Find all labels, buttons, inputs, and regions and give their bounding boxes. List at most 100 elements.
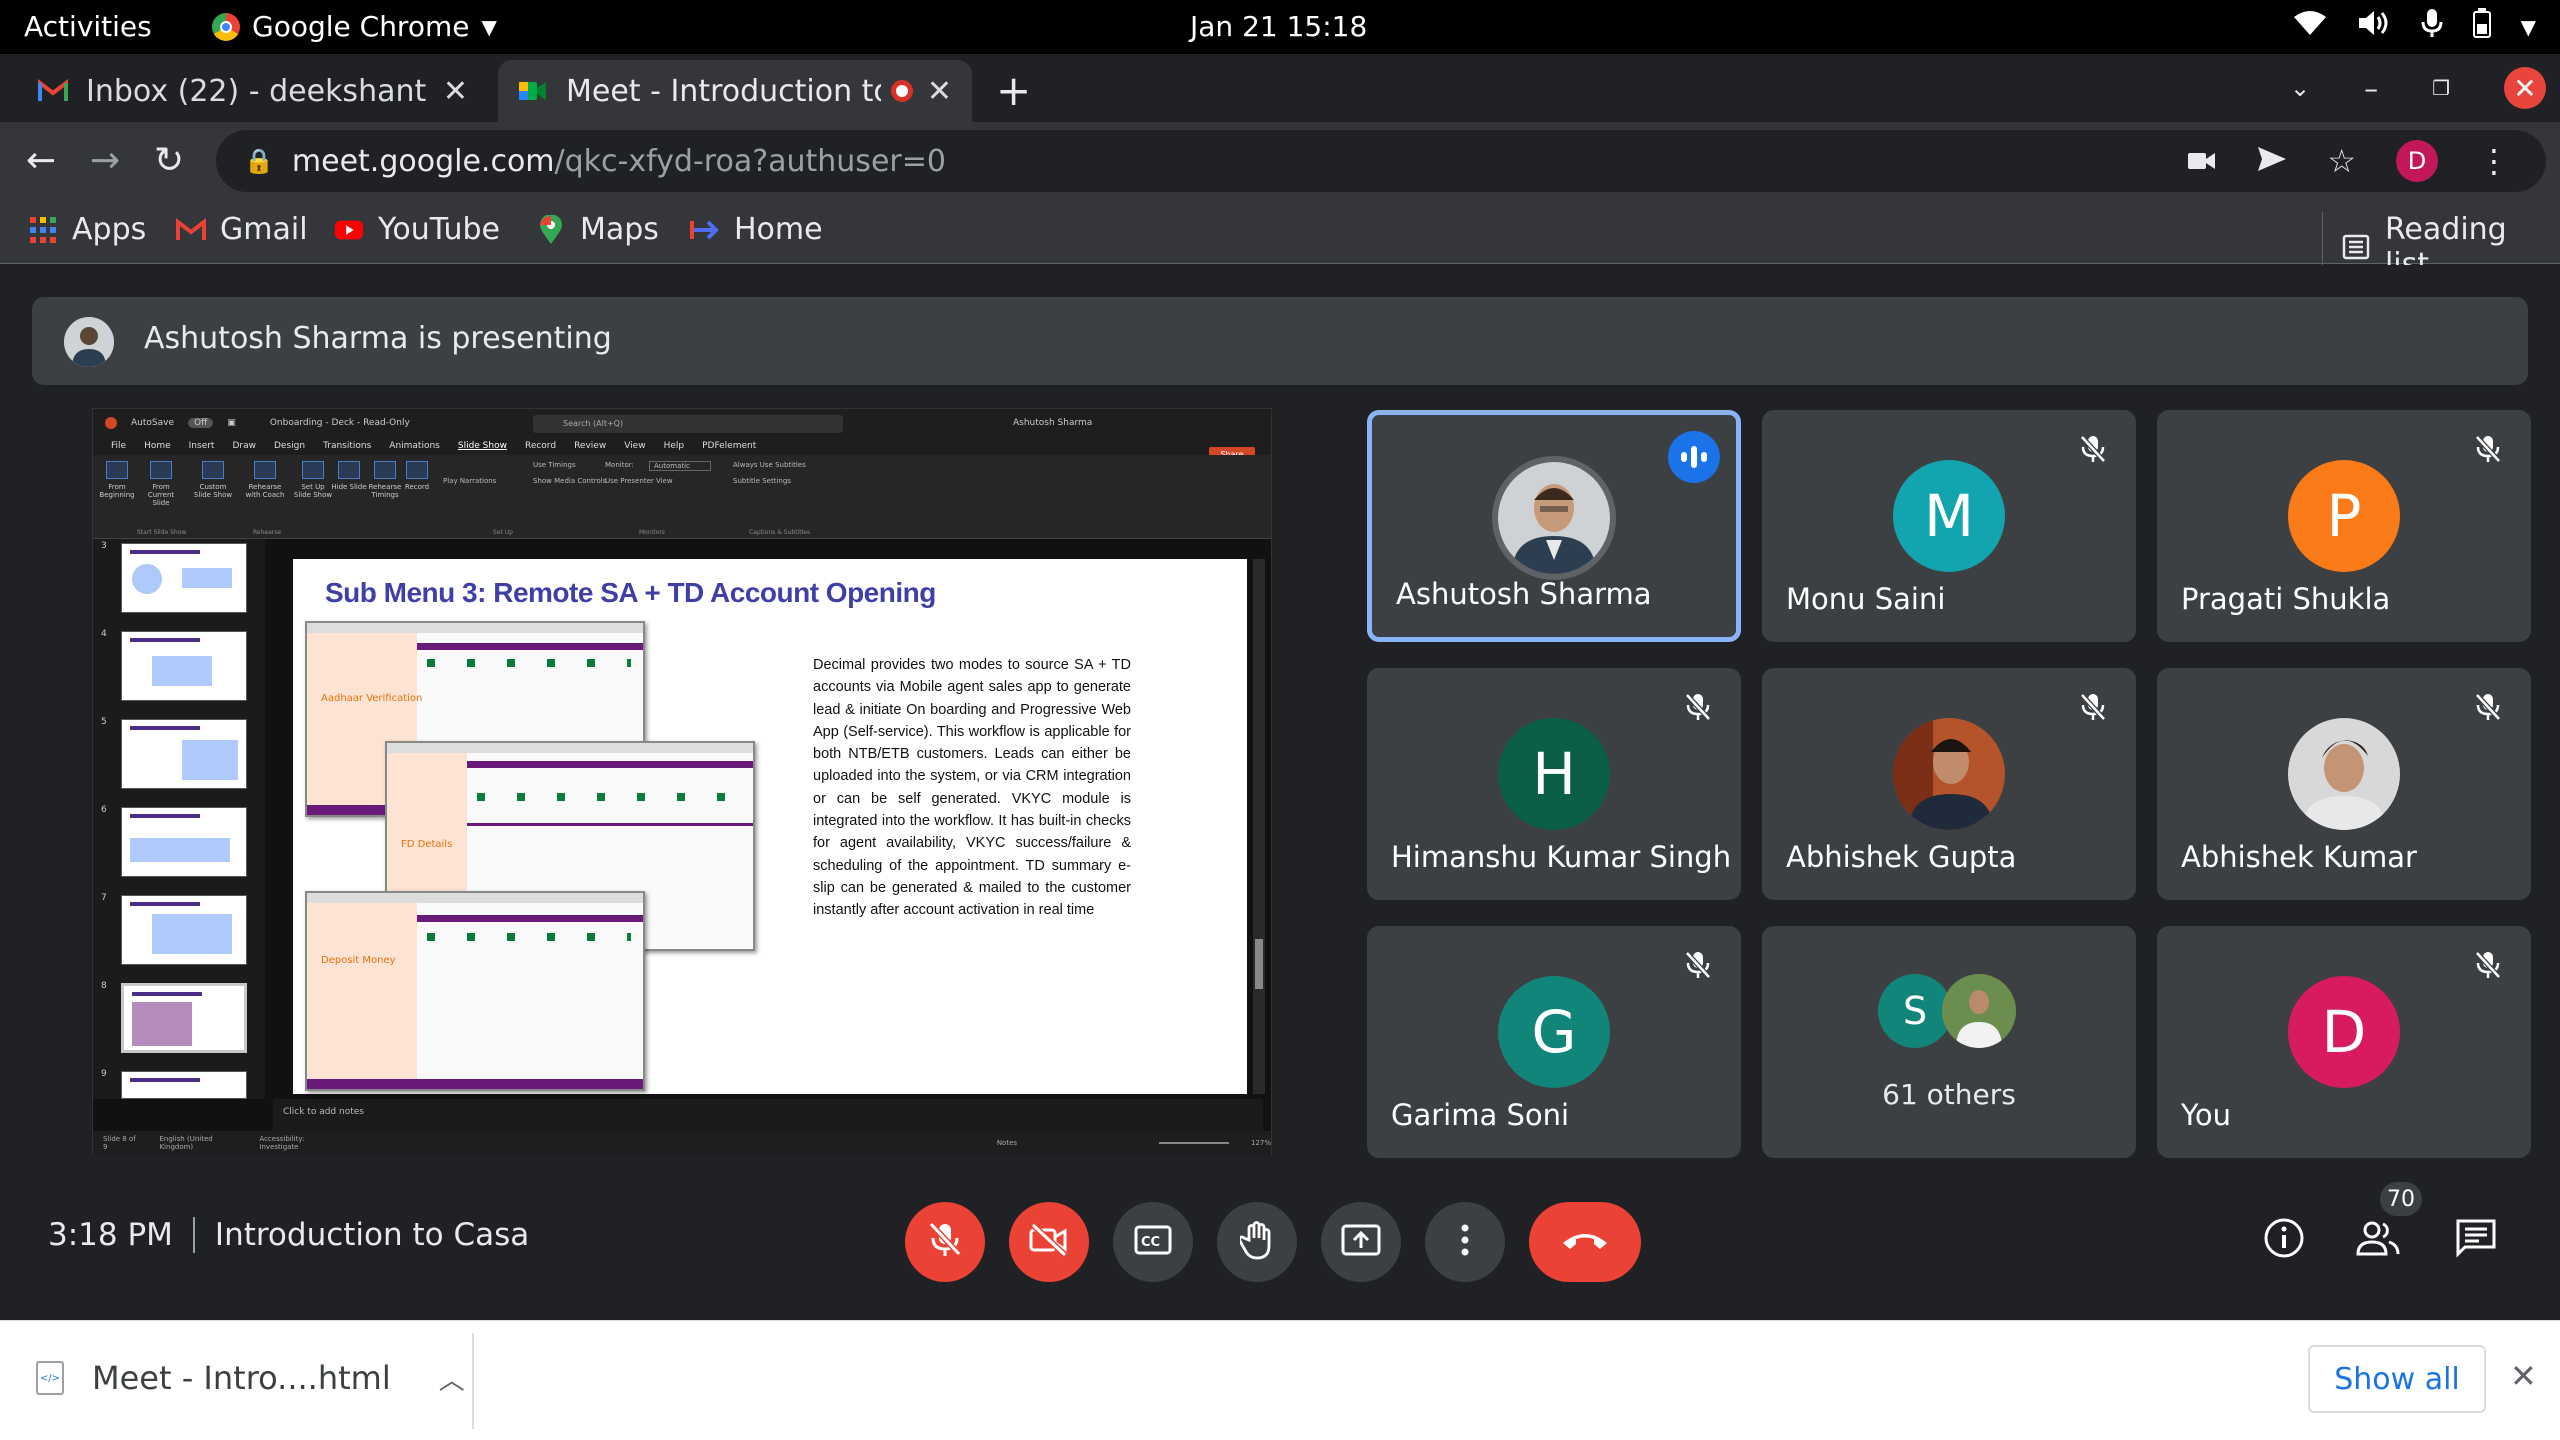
meeting-info-button[interactable] — [2254, 1210, 2314, 1270]
bookmark-maps[interactable]: Maps — [536, 212, 659, 247]
ppt-menu-item[interactable]: Slide Show — [458, 441, 507, 451]
bookmark-apps[interactable]: Apps — [28, 212, 146, 247]
ppt-menu-item[interactable]: View — [624, 441, 645, 451]
shared-screen[interactable]: AutoSave Off ▣ Onboarding - Deck - Read-… — [92, 408, 1272, 1155]
participant-tile[interactable]: M Monu Saini — [1762, 410, 2136, 642]
profile-avatar[interactable]: D — [2396, 140, 2438, 182]
slide-thumbnail[interactable] — [121, 895, 247, 965]
others-tile[interactable]: S 61 others — [1762, 926, 2136, 1158]
ppt-menu-item[interactable]: Animations — [389, 441, 440, 451]
opt-show-media-controls[interactable]: Show Media Controls — [533, 477, 606, 485]
bookmark-star-icon[interactable]: ☆ — [2327, 142, 2356, 180]
participant-tile[interactable]: G Garima Soni — [1367, 926, 1741, 1158]
slide-thumbnail-selected[interactable] — [121, 983, 247, 1053]
meeting-title[interactable]: Introduction to Casa — [215, 1217, 529, 1253]
chevron-up-icon[interactable]: ︿ — [439, 1360, 465, 1397]
ribbon-record[interactable]: Record — [397, 461, 437, 491]
accessibility-status[interactable]: Accessibility: Investigate — [259, 1135, 334, 1151]
scrollbar-thumb[interactable] — [1255, 939, 1263, 989]
opt-play-narrations[interactable]: Play Narrations — [443, 477, 496, 485]
back-icon[interactable]: ← — [26, 140, 56, 181]
ppt-menu-item[interactable]: Draw — [232, 441, 256, 451]
opt-presenter-view[interactable]: Use Presenter View — [605, 477, 673, 485]
slide-thumbnail[interactable] — [121, 807, 247, 877]
lock-icon[interactable]: 🔒 — [244, 147, 274, 175]
camera-icon[interactable] — [2187, 142, 2217, 180]
save-icon[interactable]: ▣ — [227, 418, 236, 428]
ribbon-setup[interactable]: Set Up Slide Show — [293, 461, 333, 499]
opt-monitor-select[interactable]: Automatic — [649, 461, 711, 471]
present-now-button[interactable] — [1321, 1202, 1401, 1282]
slide-scrollbar[interactable] — [1253, 559, 1265, 1094]
participant-tile[interactable]: H Himanshu Kumar Singh — [1367, 668, 1741, 900]
close-window-icon[interactable]: ✕ — [2504, 67, 2546, 109]
send-tab-icon[interactable] — [2257, 142, 2287, 180]
clock[interactable]: Jan 21 15:18 — [1190, 10, 1367, 43]
download-item[interactable]: </> Meet - Intro....html ︿ — [36, 1359, 465, 1397]
reload-icon[interactable]: ↻ — [154, 140, 184, 181]
language-status[interactable]: English (United Kingdom) — [159, 1135, 237, 1151]
bookmark-gmail[interactable]: Gmail — [176, 212, 308, 247]
ribbon-rehearse-coach[interactable]: Rehearse with Coach — [245, 461, 285, 499]
notes-toggle[interactable]: Notes — [997, 1139, 1017, 1147]
ppt-menu-item[interactable]: Record — [525, 441, 556, 451]
slide-thumbnail[interactable] — [121, 543, 247, 613]
minimize-icon[interactable]: – — [2364, 72, 2378, 105]
participant-tile[interactable]: P Pragati Shukla — [2157, 410, 2531, 642]
ppt-menu-item[interactable]: Home — [144, 441, 171, 451]
ribbon-custom-show[interactable]: Custom Slide Show — [193, 461, 233, 499]
show-all-button[interactable]: Show all — [2308, 1345, 2486, 1413]
notes-pane[interactable]: Click to add notes — [273, 1099, 1263, 1131]
zoom-level[interactable]: 127% — [1251, 1139, 1271, 1147]
more-options-button[interactable] — [1425, 1202, 1505, 1282]
ribbon-from-beginning[interactable]: From Beginning — [97, 461, 137, 499]
captions-button[interactable]: CC — [1113, 1202, 1193, 1282]
tab-gmail[interactable]: Inbox (22) - deekshant.sin ✕ — [18, 60, 488, 122]
ppt-menu-item[interactable]: Transitions — [323, 441, 371, 451]
slide-thumbnail[interactable] — [121, 631, 247, 701]
slide-thumbnail[interactable] — [121, 719, 247, 789]
zoom-slider[interactable] — [1159, 1142, 1229, 1144]
ppt-menu-item[interactable]: Review — [574, 441, 606, 451]
app-menu[interactable]: Google Chrome ▼ — [212, 10, 497, 43]
ppt-menu-item[interactable]: Help — [664, 441, 685, 451]
activities-button[interactable]: Activities — [24, 10, 152, 43]
ppt-menu-item[interactable]: PDFelement — [702, 441, 756, 451]
participant-tile-self[interactable]: D You — [2157, 926, 2531, 1158]
participant-tile[interactable]: Abhishek Kumar — [2157, 668, 2531, 900]
ppt-menu-item[interactable]: File — [111, 441, 126, 451]
ribbon-from-current[interactable]: From Current Slide — [141, 461, 181, 507]
close-shelf-icon[interactable]: ✕ — [2510, 1357, 2537, 1395]
mic-toggle-button[interactable] — [905, 1202, 985, 1282]
participant-tile[interactable]: Ashutosh Sharma — [1367, 410, 1741, 642]
opt-subtitle-settings[interactable]: Subtitle Settings — [733, 477, 791, 485]
ribbon-hide-slide[interactable]: Hide Slide — [329, 461, 369, 491]
address-bar[interactable]: 🔒 meet.google.com/qkc-xfyd-roa?authuser=… — [216, 130, 2546, 192]
menu-kebab-icon[interactable]: ⋮ — [2478, 142, 2510, 180]
camera-toggle-button[interactable] — [1009, 1202, 1089, 1282]
people-button[interactable] — [2348, 1210, 2408, 1270]
slide-thumbnail[interactable] — [121, 1071, 247, 1099]
tab-search-icon[interactable]: ⌄ — [2290, 74, 2310, 102]
tab-close-icon[interactable]: ✕ — [927, 74, 952, 109]
forward-icon[interactable]: → — [90, 140, 120, 181]
ppt-search-box[interactable]: Search (Alt+Q) — [533, 415, 843, 433]
camera-off-icon — [1029, 1222, 1069, 1261]
restore-icon[interactable]: ❐ — [2432, 76, 2450, 100]
leave-call-button[interactable] — [1529, 1202, 1641, 1282]
tab-meet[interactable]: Meet - Introduction to ✕ — [498, 60, 972, 122]
bookmark-youtube[interactable]: YouTube — [334, 212, 500, 247]
ppt-menu-item[interactable]: Insert — [189, 441, 215, 451]
tab-close-icon[interactable]: ✕ — [443, 74, 468, 109]
chat-button[interactable] — [2446, 1210, 2506, 1270]
tab-title: Inbox (22) - deekshant.sin — [86, 73, 429, 109]
raise-hand-button[interactable] — [1217, 1202, 1297, 1282]
opt-always-subtitles[interactable]: Always Use Subtitles — [733, 461, 806, 469]
autosave-toggle[interactable]: Off — [188, 418, 214, 428]
bookmark-home[interactable]: Home — [690, 212, 823, 247]
opt-use-timings[interactable]: Use Timings — [533, 461, 576, 469]
ppt-menu-item[interactable]: Design — [274, 441, 305, 451]
participant-tile[interactable]: Abhishek Gupta — [1762, 668, 2136, 900]
system-tray[interactable]: ▼ — [2293, 8, 2536, 45]
new-tab-button[interactable]: + — [996, 66, 1031, 115]
